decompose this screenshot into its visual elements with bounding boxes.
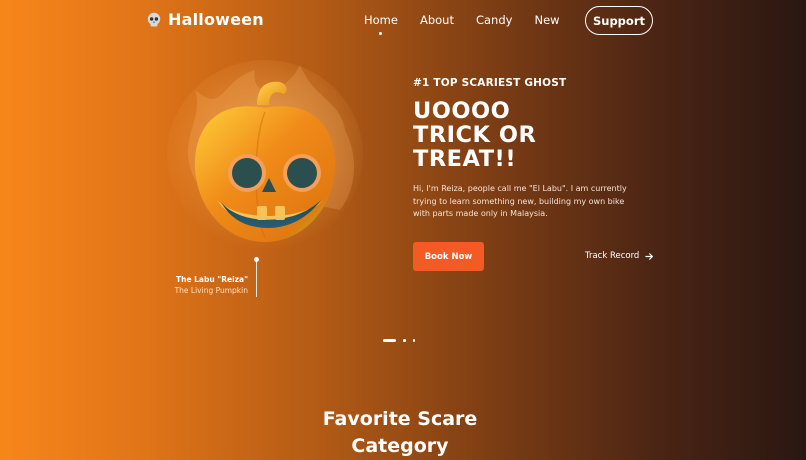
brand-name: Halloween	[168, 10, 264, 29]
carousel-dot-active[interactable]	[383, 339, 396, 342]
nav-candy[interactable]: Candy	[476, 13, 512, 27]
track-record-label: Track Record	[585, 251, 640, 261]
caption-marker-line	[256, 260, 257, 297]
nav-home[interactable]: Home	[364, 13, 398, 35]
hero-headline: UOOOO TRICK OR TREAT!!	[413, 99, 536, 171]
caption-subtitle: The Living Pumpkin	[174, 286, 248, 295]
arrow-right-icon	[645, 252, 654, 260]
section-title: Favorite Scare Category	[0, 406, 800, 460]
section-title-line-1: Favorite Scare	[322, 408, 478, 430]
pumpkin-illustration	[167, 60, 363, 250]
skull-icon	[147, 12, 161, 26]
carousel-indicators	[383, 339, 415, 342]
track-record-link[interactable]: Track Record	[585, 251, 654, 261]
top-nav: Halloween Home About Candy New Support	[0, 0, 806, 42]
section-title-line-2: Category	[351, 435, 449, 457]
book-now-button[interactable]: Book Now	[413, 242, 484, 271]
hero-description: Hi, I'm Reiza, people call me "El Labu".…	[413, 184, 627, 218]
caption-name: The Labu "Reiza"	[176, 275, 248, 284]
headline-line-3: TREAT!!	[413, 146, 517, 172]
brand-logo[interactable]: Halloween	[146, 10, 264, 29]
nav-links: Home About Candy New	[364, 13, 582, 35]
carousel-dot[interactable]	[403, 339, 406, 342]
nav-new[interactable]: New	[534, 13, 559, 27]
carousel-dot[interactable]	[412, 339, 415, 342]
hero-eyebrow: #1 TOP SCARIEST GHOST	[413, 77, 567, 89]
support-button[interactable]: Support	[585, 6, 653, 35]
nav-about[interactable]: About	[420, 13, 454, 27]
headline-line-2: TRICK OR	[413, 122, 537, 148]
headline-line-1: UOOOO	[413, 98, 511, 124]
